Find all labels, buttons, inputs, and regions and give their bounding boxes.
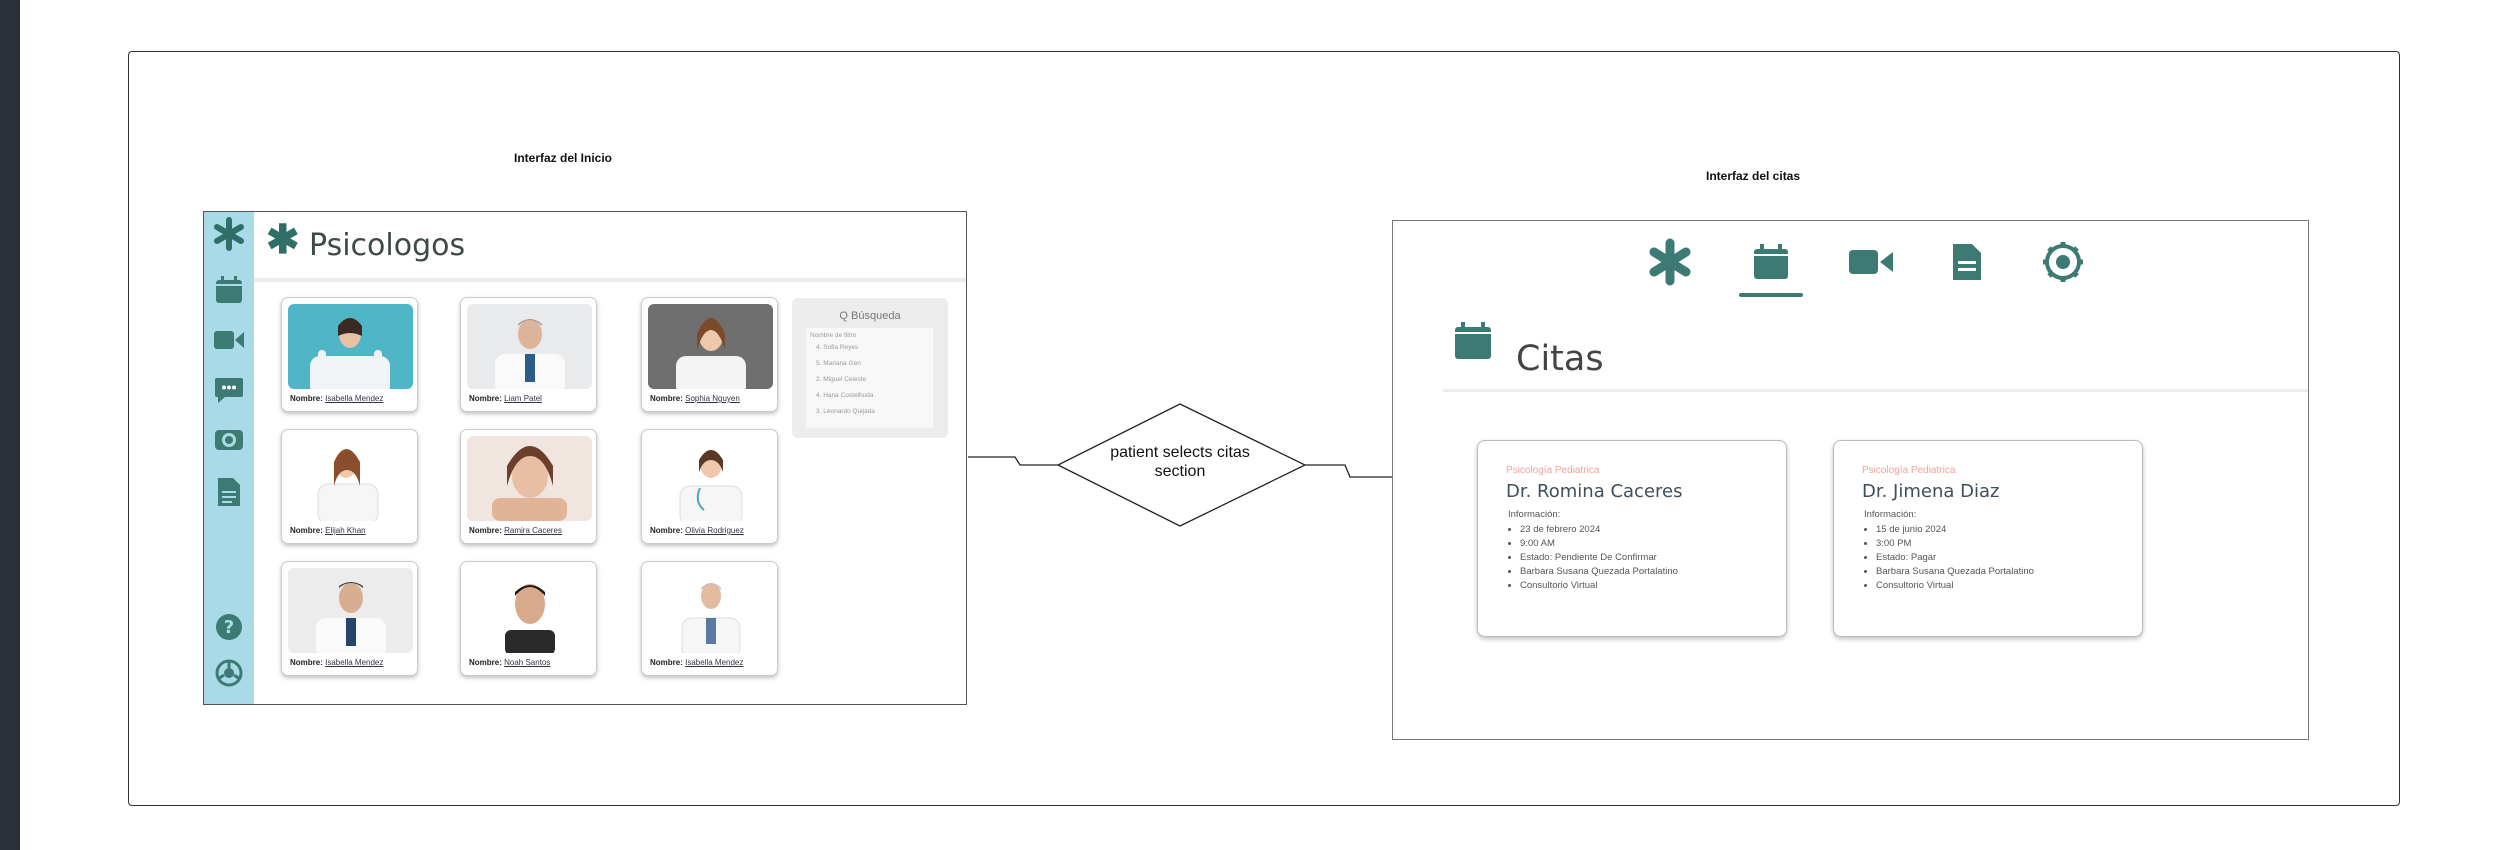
appointment-doctor: Dr. Jimena Diaz xyxy=(1862,481,2000,502)
asterisk-icon[interactable] xyxy=(1645,237,1695,287)
calendar-icon[interactable] xyxy=(1746,237,1796,287)
appointment-detail: 23 de febrero 2024 xyxy=(1520,523,1678,537)
appointment-detail: Consultorio Virtual xyxy=(1520,579,1678,593)
appointment-detail: Barbara Susana Quezada Portalatino xyxy=(1876,565,2034,579)
appointment-card[interactable]: Psicología Pediatrica Dr. Jimena Diaz In… xyxy=(1833,440,2143,637)
appointment-info-label: Información: xyxy=(1508,509,1561,520)
document-icon[interactable] xyxy=(1942,237,1992,287)
appointment-card[interactable]: Psicología Pediatrica Dr. Romina Caceres… xyxy=(1477,440,1787,637)
active-tab-indicator xyxy=(1739,293,1803,297)
appointment-specialty: Psicología Pediatrica xyxy=(1862,465,1956,476)
appointment-details: 23 de febrero 2024 9:00 AM Estado: Pendi… xyxy=(1504,523,1678,593)
decision-label: patient selects citas section xyxy=(1110,444,1250,480)
citas-screen: Citas Psicología Pediatrica Dr. Romina C… xyxy=(1392,220,2309,740)
appointment-specialty: Psicología Pediatrica xyxy=(1506,465,1600,476)
appointment-doctor: Dr. Romina Caceres xyxy=(1506,481,1683,502)
appointment-details: 15 de junio 2024 3:00 PM Estado: Pagar B… xyxy=(1860,523,2034,593)
appointment-detail: Estado: Pagar xyxy=(1876,551,2034,565)
appointment-detail: 15 de junio 2024 xyxy=(1876,523,2034,537)
appointment-detail: Consultorio Virtual xyxy=(1876,579,2034,593)
appointment-detail: 9:00 AM xyxy=(1520,537,1678,551)
calendar-icon xyxy=(1453,321,1493,366)
gear-icon[interactable] xyxy=(2038,237,2088,287)
header-divider xyxy=(1443,389,2308,392)
appointment-detail: 3:00 PM xyxy=(1876,537,2034,551)
appointment-detail: Estado: Pendiente De Confirmar xyxy=(1520,551,1678,565)
video-icon[interactable] xyxy=(1846,237,1896,287)
appointment-detail: Barbara Susana Quezada Portalatino xyxy=(1520,565,1678,579)
page-title: Citas xyxy=(1516,339,1604,379)
appointment-info-label: Información: xyxy=(1864,509,1917,520)
